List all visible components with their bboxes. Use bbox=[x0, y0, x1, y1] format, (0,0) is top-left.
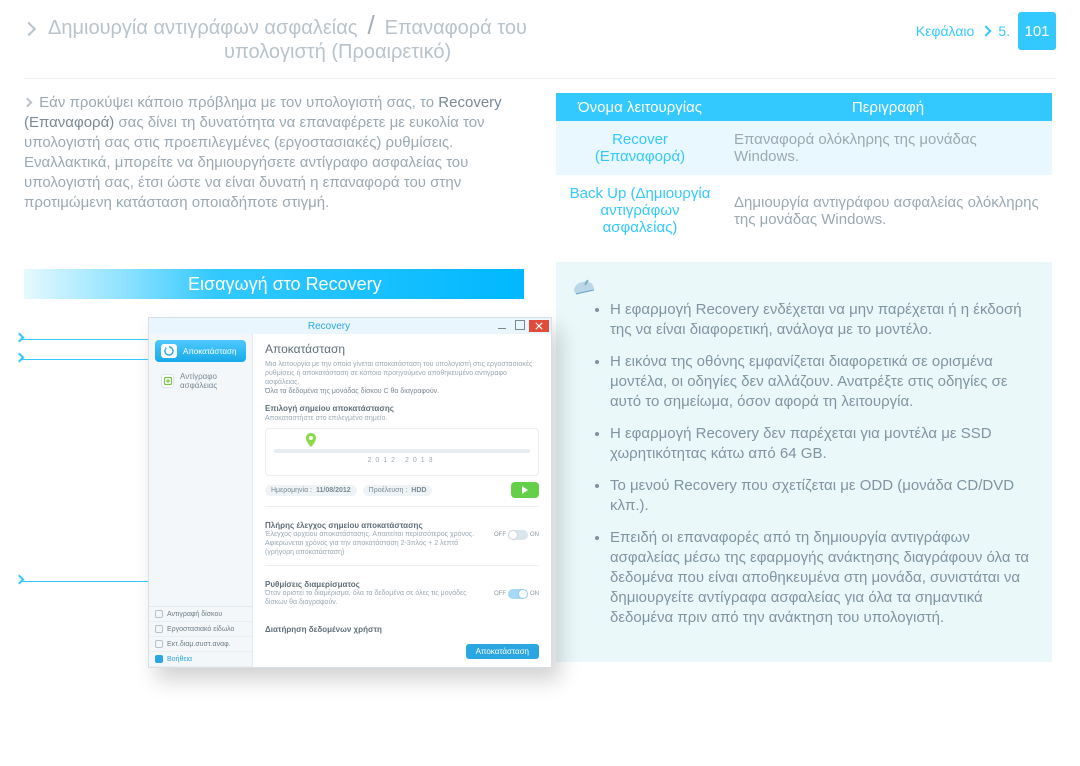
window-title: Recovery bbox=[165, 321, 493, 332]
sidebar-tab-backup[interactable]: Αντίγραφο ασφάλειας bbox=[155, 368, 246, 394]
sidebar-tab-recover[interactable]: Αποκατάσταση bbox=[155, 340, 246, 362]
close-icon bbox=[535, 322, 543, 330]
right-column: Όνομα λειτουργίας Περιγραφή Recover (Επα… bbox=[556, 93, 1052, 668]
section-heading-recovery-intro: Εισαγωγή στο Recovery bbox=[24, 269, 524, 299]
note-item: Η εφαρμογή Recovery δεν παρέχεται για μο… bbox=[610, 424, 1034, 464]
note-icon bbox=[572, 276, 596, 300]
close-button[interactable] bbox=[529, 320, 549, 332]
callout-line-help bbox=[22, 581, 148, 582]
note-item: Το μενού Recovery που σχετίζεται με ODD … bbox=[610, 476, 1034, 516]
timeline-years: 2012 2013 bbox=[274, 457, 530, 464]
table-head-name: Όνομα λειτουργίας bbox=[556, 93, 724, 121]
page-header: Δημιουργία αντιγράφων ασφαλείας / Επαναφ… bbox=[0, 0, 1080, 68]
sidebar-item-disk-copy[interactable]: Αντιγραφή δίσκου bbox=[149, 607, 252, 622]
intro-paragraph: Εάν προκύψει κάποιο πρόβλημα με τον υπολ… bbox=[24, 93, 520, 213]
timeline-marker-icon[interactable] bbox=[306, 433, 316, 447]
chevron-right-icon bbox=[23, 98, 33, 108]
sidebar-item-factory-image[interactable]: Εργοστασιακό είδωλο bbox=[149, 622, 252, 637]
chevron-right-icon bbox=[15, 333, 25, 343]
toggle-partition[interactable]: OFFON bbox=[494, 589, 539, 599]
subdesc-restore-point: Αποκαταστήστε στο επιλεγμένο σημείο. bbox=[265, 415, 539, 422]
chevron-right-icon bbox=[15, 575, 25, 585]
callout-line-recover-tab bbox=[22, 339, 148, 340]
feature-desc: Δημιουργία αντιγράφου ασφαλείας ολόκληρη… bbox=[724, 175, 1052, 246]
note-item: Η εικόνα της οθόνης εμφανίζεται διαφορετ… bbox=[610, 352, 1034, 412]
subdesc-partition: Όταν οριστεί το διαμέρισμα, όλα τα δεδομ… bbox=[265, 589, 486, 607]
page-number-badge: 101 bbox=[1018, 12, 1056, 50]
subheading-restore-point: Επιλογή σημείου αποκατάστασης bbox=[265, 404, 539, 413]
recovery-app-window: Recovery Αποκατάσ bbox=[148, 317, 552, 668]
chapter-label: Κεφάλαιο bbox=[916, 23, 975, 39]
play-icon bbox=[521, 486, 529, 494]
chapter-number: 5. bbox=[998, 23, 1010, 39]
sidebar-item-label: Βοήθεια bbox=[167, 656, 192, 663]
pill-source: Προέλευση :HDD bbox=[363, 485, 433, 496]
window-titlebar: Recovery bbox=[149, 318, 551, 334]
main-panel: Αποκατάσταση Μια λειτουργία με την οποία… bbox=[253, 334, 551, 667]
sidebar-tab-backup-label: Αντίγραφο ασφάλειας bbox=[180, 372, 240, 390]
table-row: Back Up (Δημιουργία αντιγράφων ασφαλείας… bbox=[556, 175, 1052, 246]
panel-title: Αποκατάσταση bbox=[265, 342, 539, 356]
subheading-keep-user-data: Διατήρηση δεδομένων χρήστη bbox=[265, 625, 539, 634]
left-column: Εάν προκύψει κάποιο πρόβλημα με τον υπολ… bbox=[24, 93, 520, 668]
title-part1: Δημιουργία αντιγράφων ασφαλείας bbox=[48, 17, 357, 40]
feature-name: Recover (Επαναφορά) bbox=[556, 121, 724, 175]
sidebar-item-system-partition[interactable]: Εκτ.διαμ.συστ.αναφ. bbox=[149, 637, 252, 652]
feature-name: Back Up (Δημιουργία αντιγράφων ασφαλείας… bbox=[556, 175, 724, 246]
chevron-right-icon bbox=[22, 22, 36, 36]
recover-icon bbox=[161, 344, 177, 358]
callout-line-backup-tab bbox=[22, 359, 148, 360]
sidebar-bottom-list: Αντιγραφή δίσκου Εργοστασιακό είδωλο Εκτ… bbox=[149, 606, 252, 667]
backup-icon bbox=[161, 374, 174, 388]
screenshot-wrapper: Recovery Αποκατάσ bbox=[148, 317, 520, 668]
notes-box: Η εφαρμογή Recovery ενδέχεται να μην παρ… bbox=[556, 262, 1052, 662]
subheading-full-check: Πλήρης έλεγχος σημείου αποκατάστασης bbox=[265, 521, 539, 530]
feature-table: Όνομα λειτουργίας Περιγραφή Recover (Επα… bbox=[556, 93, 1052, 246]
title-line1: Δημιουργία αντιγράφων ασφαλείας / Επαναφ… bbox=[24, 10, 1056, 41]
feature-desc: Επαναφορά ολόκληρης της μονάδας Windows. bbox=[724, 121, 1052, 175]
table-head-desc: Περιγραφή bbox=[724, 93, 1052, 121]
pill-date: Ημερομηνία :11/08/2012 bbox=[265, 485, 357, 496]
intro-text-a: Εάν προκύψει κάποιο πρόβλημα με τον υπολ… bbox=[39, 94, 438, 111]
sidebar-item-label: Αντιγραφή δίσκου bbox=[167, 611, 222, 618]
start-restore-button[interactable] bbox=[511, 482, 539, 498]
subdesc-full-check: Έλεγχος αρχείου αποκατάστασης. Απαιτείτα… bbox=[265, 530, 486, 557]
restore-button-row: Αποκατάσταση bbox=[265, 644, 539, 659]
restore-button[interactable]: Αποκατάσταση bbox=[466, 644, 539, 659]
maximize-button[interactable] bbox=[511, 320, 529, 332]
note-item: Επειδή οι επαναφορές από τη δημιουργία α… bbox=[610, 528, 1034, 628]
subheading-partition: Ρυθμίσεις διαμερίσματος bbox=[265, 580, 539, 589]
timeline[interactable]: 2012 2013 bbox=[265, 428, 539, 476]
sidebar-item-help[interactable]: Βοήθεια bbox=[149, 652, 252, 667]
sidebar: Αποκατάσταση Αντίγραφο ασφάλειας Αντιγρα… bbox=[149, 334, 253, 667]
chapter-tag: Κεφάλαιο 5. 101 bbox=[916, 12, 1056, 50]
table-row: Recover (Επαναφορά) Επαναφορά ολόκληρης … bbox=[556, 121, 1052, 175]
chevron-right-icon bbox=[15, 353, 25, 363]
title-part2: Επαναφορά του bbox=[385, 17, 527, 40]
note-item: Η εφαρμογή Recovery ενδέχεται να μην παρ… bbox=[610, 300, 1034, 340]
sidebar-item-label: Εργοστασιακό είδωλο bbox=[167, 626, 234, 633]
sidebar-item-label: Εκτ.διαμ.συστ.αναφ. bbox=[167, 641, 231, 648]
title-slash: / bbox=[367, 10, 374, 41]
panel-description: Μια λειτουργία με την οποία γίνεται αποκ… bbox=[265, 360, 539, 396]
toggle-full-check[interactable]: OFFON bbox=[494, 530, 539, 540]
chevron-right-icon bbox=[981, 25, 992, 36]
minimize-button[interactable] bbox=[493, 320, 511, 332]
sidebar-tab-recover-label: Αποκατάσταση bbox=[183, 347, 236, 356]
